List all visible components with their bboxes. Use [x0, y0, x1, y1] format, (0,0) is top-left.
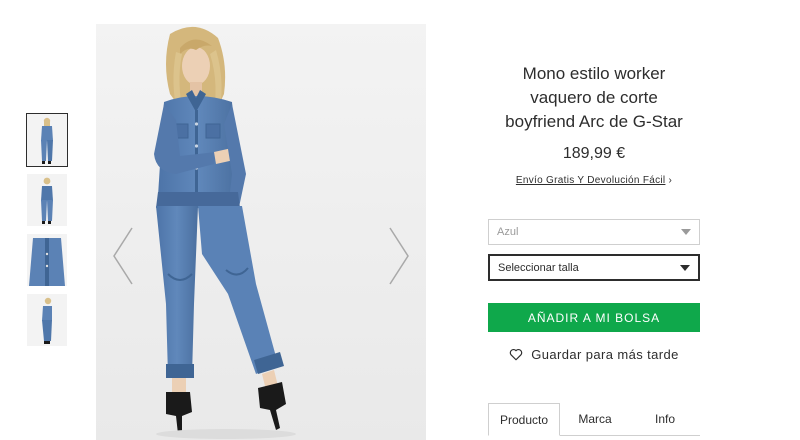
next-image-icon[interactable]: [384, 224, 414, 288]
tab-info[interactable]: Info: [630, 403, 700, 435]
chevron-down-icon: [680, 264, 690, 271]
thumbnail-side[interactable]: [27, 294, 67, 346]
thumbnail-list: [26, 113, 69, 354]
color-select[interactable]: Azul: [488, 219, 700, 245]
save-for-later-label: Guardar para más tarde: [531, 347, 679, 362]
purchase-controls: Azul Seleccionar talla AÑADIR A MI BOLSA…: [486, 62, 702, 440]
thumbnail-closeup[interactable]: [27, 234, 67, 286]
model-thumbnail-image: [27, 114, 67, 166]
model-thumbnail-image: [27, 234, 67, 286]
heart-icon: [510, 348, 523, 361]
model-thumbnail-image: [27, 174, 67, 226]
size-select[interactable]: Seleccionar talla: [488, 254, 700, 281]
chevron-down-icon: [681, 229, 691, 235]
main-product-image: [96, 24, 426, 440]
model-thumbnail-image: [27, 294, 67, 346]
tab-producto[interactable]: Producto: [488, 403, 560, 436]
color-select-value: Azul: [497, 226, 519, 238]
save-for-later-button[interactable]: Guardar para más tarde: [488, 347, 700, 362]
thumbnail-front[interactable]: [26, 113, 68, 167]
size-select-value: Seleccionar talla: [498, 261, 579, 274]
product-info-tabs: Producto Marca Info: [488, 403, 700, 436]
previous-image-icon[interactable]: [108, 224, 138, 288]
model-image: [96, 24, 426, 440]
tab-marca[interactable]: Marca: [560, 403, 630, 435]
thumbnail-back[interactable]: [27, 174, 67, 226]
add-to-bag-button[interactable]: AÑADIR A MI BOLSA: [488, 303, 700, 332]
